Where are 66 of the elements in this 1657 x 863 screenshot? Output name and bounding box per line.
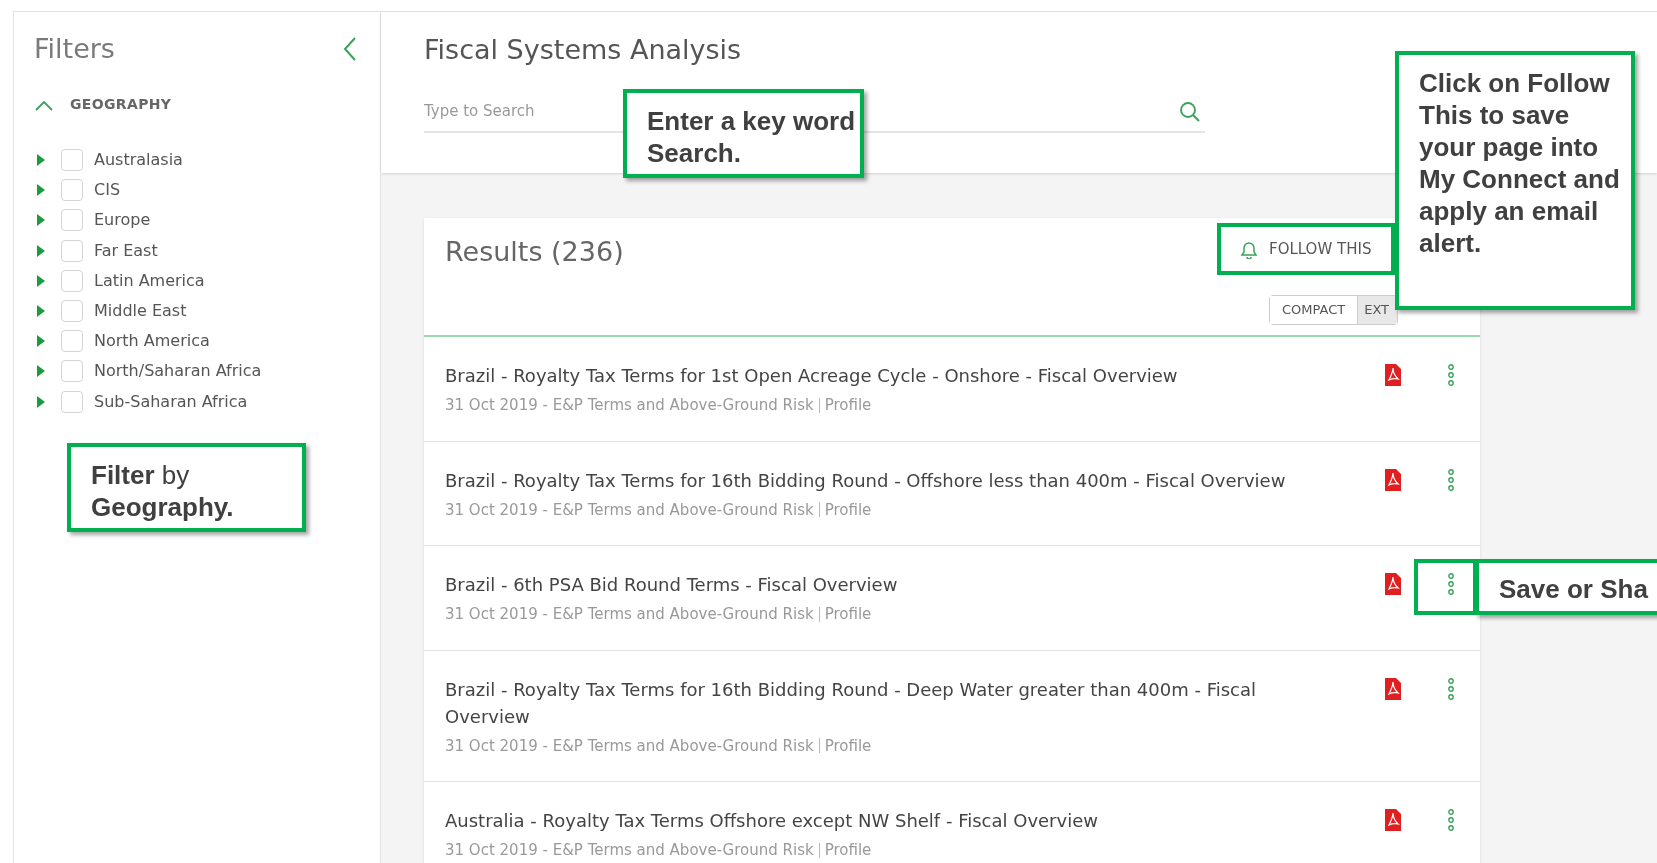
result-title-link[interactable]: Brazil - Royalty Tax Terms for 16th Bidding Round - Offshore less than 400m - Fiscal Overview	[445, 466, 1295, 494]
expand-arrow-icon[interactable]	[36, 214, 46, 227]
checkbox[interactable]	[61, 179, 83, 202]
expand-arrow-icon[interactable]	[36, 184, 46, 197]
checkbox[interactable]	[61, 300, 83, 323]
checkbox[interactable]	[61, 360, 83, 383]
filter-option[interactable]: North America	[94, 329, 210, 354]
checkbox[interactable]	[61, 330, 83, 353]
result-title-link[interactable]: Brazil - Royalty Tax Terms for 1st Open Acreage Cycle - Onshore - Fiscal Overview	[445, 362, 1295, 389]
result-type: Profile	[824, 395, 872, 416]
expand-arrow-icon[interactable]	[36, 395, 46, 408]
callout-note: Click on Follow This to save your page into My Connect and apply an email alert.	[1395, 51, 1635, 310]
section-header[interactable]: GEOGRAPHY	[34, 94, 358, 115]
more-options-icon[interactable]	[1448, 677, 1454, 700]
filter-option[interactable]: Sub-Saharan Africa	[94, 389, 248, 414]
checkbox[interactable]	[61, 209, 83, 232]
result-meta: 31 Oct 2019 - E&P Terms and Above-Ground Risk	[445, 604, 814, 625]
expand-arrow-icon[interactable]	[36, 244, 46, 257]
result-type: Profile	[824, 840, 872, 861]
pdf-icon[interactable]	[1384, 809, 1402, 831]
more-options-icon[interactable]	[1448, 573, 1454, 595]
expand-arrow-icon[interactable]	[36, 365, 46, 378]
result-type: Profile	[824, 499, 872, 521]
results-title: Results (236)	[445, 235, 624, 269]
result-title-link[interactable]: Australia - Royalty Tax Terms Offshore except NW Shelf - Fiscal Overview	[445, 807, 1295, 834]
section-label: GEOGRAPHY	[70, 95, 172, 114]
filter-option[interactable]: Latin America	[94, 268, 205, 293]
page-title: Fiscal Systems Analysis	[424, 33, 743, 67]
search-icon[interactable]	[1179, 101, 1200, 122]
filter-option[interactable]: North/Saharan Africa	[94, 359, 262, 384]
result-title-link[interactable]: Brazil - 6th PSA Bid Round Terms - Fiscal Overview	[445, 571, 1295, 598]
filter-option[interactable]: CIS	[94, 178, 121, 203]
checkbox[interactable]	[61, 269, 83, 292]
checkbox[interactable]	[61, 390, 83, 413]
result-title-link[interactable]: Brazil - Royalty Tax Terms for 16th Bidding Round - Deep Water greater than 400m - Fiscal Overview	[445, 675, 1295, 730]
checkbox[interactable]	[61, 149, 83, 172]
filter-option[interactable]: Middle East	[94, 299, 187, 324]
more-options-icon[interactable]	[1448, 364, 1454, 386]
checkbox[interactable]	[61, 239, 83, 262]
result-meta: 31 Oct 2019 - E&P Terms and Above-Ground Risk	[445, 735, 814, 757]
pdf-icon[interactable]	[1384, 468, 1402, 491]
result-meta: 31 Oct 2019 - E&P Terms and Above-Ground Risk	[445, 840, 814, 861]
view-toggle-tab[interactable]: EXT	[1357, 296, 1398, 324]
pdf-icon[interactable]	[1384, 573, 1402, 595]
callout-note: Save or Sha	[1475, 559, 1657, 615]
result-meta: 31 Oct 2019 - E&P Terms and Above-Ground Risk	[445, 499, 814, 521]
more-options-icon[interactable]	[1448, 468, 1454, 491]
bell-icon	[1239, 239, 1259, 259]
expand-arrow-icon[interactable]	[36, 154, 46, 167]
pdf-icon[interactable]	[1384, 677, 1402, 700]
result-meta: 31 Oct 2019 - E&P Terms and Above-Ground Risk	[445, 395, 814, 416]
follow-button[interactable]: FOLLOW THIS	[1217, 223, 1395, 275]
pdf-icon[interactable]	[1384, 364, 1402, 386]
collapse-icon[interactable]	[342, 36, 358, 62]
filter-option[interactable]: Australasia	[94, 148, 183, 173]
expand-arrow-icon[interactable]	[36, 274, 46, 287]
more-options-icon[interactable]	[1448, 809, 1454, 831]
filter-option[interactable]: Europe	[94, 208, 151, 233]
result-type: Profile	[824, 735, 872, 757]
expand-arrow-icon[interactable]	[36, 335, 46, 348]
sidebar-title: Filters	[34, 31, 115, 66]
callout-note: Filter by Geography.	[67, 443, 306, 532]
result-type: Profile	[824, 604, 872, 625]
expand-arrow-icon[interactable]	[36, 305, 46, 318]
callout-note: Enter a key word Search.	[623, 89, 864, 178]
filter-option[interactable]: Far East	[94, 238, 158, 263]
